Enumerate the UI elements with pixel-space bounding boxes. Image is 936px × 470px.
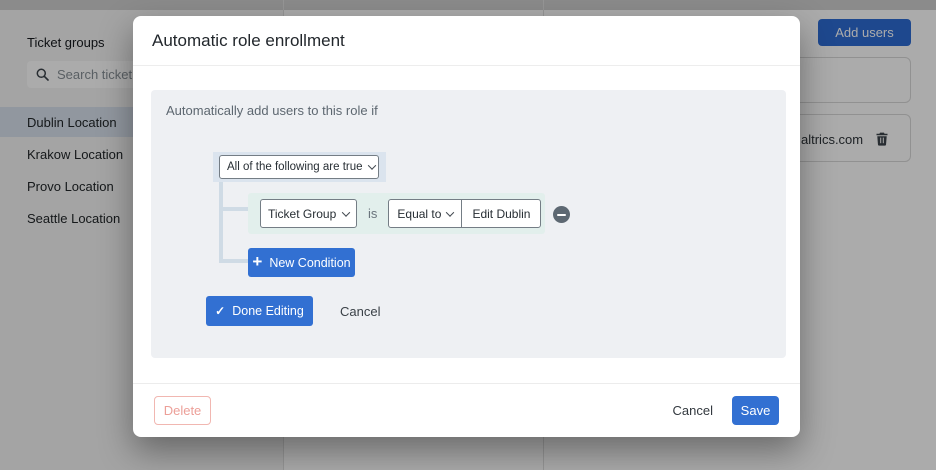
tree-branch <box>223 207 248 211</box>
condition-row: Ticket Group is Equal to Edit Dublin <box>248 193 545 234</box>
save-button[interactable]: Save <box>732 396 779 425</box>
logic-selector-value: All of the following are true <box>227 161 363 173</box>
chevron-down-icon <box>342 208 350 216</box>
modal-header: Automatic role enrollment <box>133 16 800 66</box>
condition-operator-dropdown[interactable]: Equal to <box>389 200 462 227</box>
screen: Ticket groups Dublin Location Krakow Loc… <box>0 0 936 470</box>
condition-editor-panel: Automatically add users to this role if … <box>151 90 786 358</box>
done-editing-label: Done Editing <box>232 304 304 318</box>
new-condition-button[interactable]: + New Condition <box>248 248 355 277</box>
remove-condition-button[interactable] <box>553 206 570 223</box>
chevron-down-icon <box>367 161 375 169</box>
condition-operator-value: Equal to <box>397 207 441 221</box>
operator-value-control: Equal to Edit Dublin <box>388 199 541 228</box>
modal-footer: Delete Cancel Save <box>133 383 800 437</box>
condition-value: Edit Dublin <box>472 207 530 221</box>
done-editing-button[interactable]: ✓ Done Editing <box>206 296 313 326</box>
chevron-down-icon <box>446 208 454 216</box>
cancel-button[interactable]: Cancel <box>673 403 713 418</box>
plus-icon: + <box>252 253 262 270</box>
automatic-role-enrollment-modal: Automatic role enrollment Automatically … <box>133 16 800 437</box>
intro-text: Automatically add users to this role if <box>166 103 378 118</box>
modal-title: Automatic role enrollment <box>152 31 345 51</box>
logic-group-wrapper: All of the following are true <box>213 152 386 182</box>
condition-value-selector[interactable]: Edit Dublin <box>462 200 540 227</box>
condition-field-dropdown[interactable]: Ticket Group <box>260 199 357 228</box>
footer-actions: Cancel Save <box>673 396 779 425</box>
check-icon: ✓ <box>215 305 225 317</box>
condition-field-value: Ticket Group <box>268 207 336 221</box>
tree-connector <box>219 182 249 263</box>
condition-connector-label: is <box>368 206 377 221</box>
cancel-editing-link[interactable]: Cancel <box>340 304 380 319</box>
delete-button[interactable]: Delete <box>154 396 211 425</box>
new-condition-label: New Condition <box>269 256 350 270</box>
logic-selector-dropdown[interactable]: All of the following are true <box>219 155 379 179</box>
